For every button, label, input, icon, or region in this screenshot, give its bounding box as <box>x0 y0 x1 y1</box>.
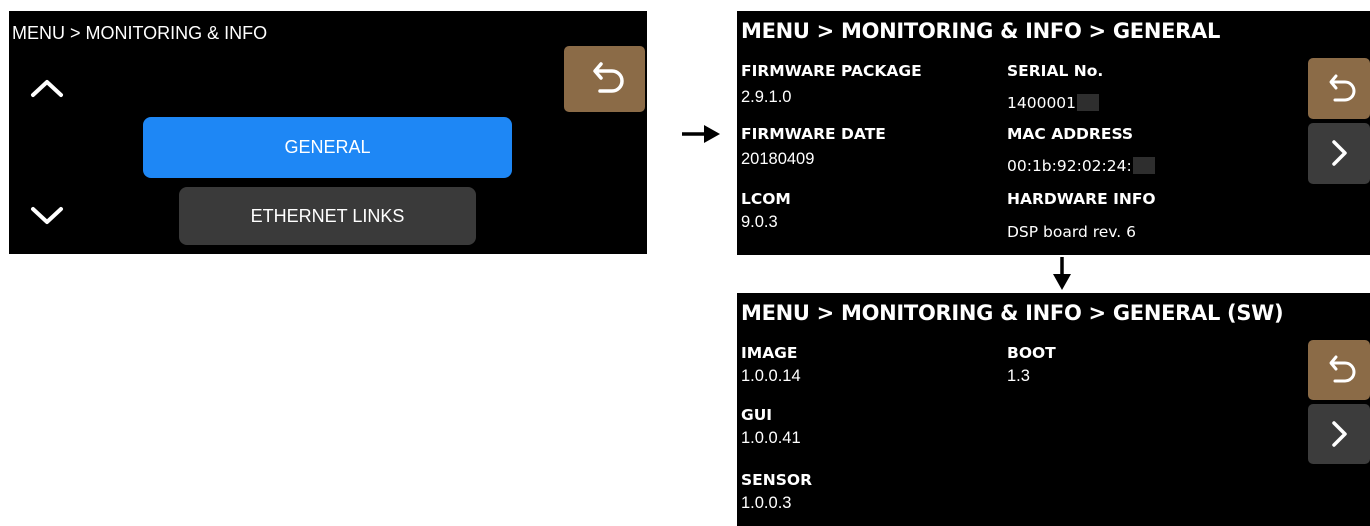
chevron-down-icon[interactable] <box>27 201 67 231</box>
back-button[interactable] <box>564 46 645 112</box>
undo-arrow-icon <box>1329 74 1356 102</box>
breadcrumb: MENU > MONITORING & INFO <box>12 23 268 43</box>
boot-value: 1.3 <box>1007 367 1030 385</box>
hardware-info-value: DSP board rev. 6 <box>1007 223 1136 241</box>
arrow-right-icon <box>680 122 722 151</box>
gui-label: GUI <box>741 406 773 424</box>
lcom-value: 9.0.3 <box>741 213 778 231</box>
lcom-label: LCOM <box>741 190 791 208</box>
serial-label: SERIAL No. <box>1007 62 1104 80</box>
undo-arrow-icon <box>593 62 624 93</box>
next-button[interactable] <box>1308 404 1370 464</box>
firmware-package-value: 2.9.1.0 <box>741 88 792 106</box>
ethernet-links-button[interactable]: ETHERNET LINKS <box>179 187 476 245</box>
general-info-screen: MENU > MONITORING & INFO > GENERAL FIRMW… <box>737 11 1370 255</box>
serial-value: 1400001 <box>1007 94 1100 112</box>
back-button[interactable] <box>1308 58 1370 119</box>
gui-value: 1.0.0.41 <box>741 429 801 447</box>
firmware-date-label: FIRMWARE DATE <box>741 125 886 143</box>
firmware-date-value: 20180409 <box>741 150 815 168</box>
firmware-package-label: FIRMWARE PACKAGE <box>741 62 922 80</box>
breadcrumb: MENU > MONITORING & INFO > GENERAL (SW) <box>741 301 1284 325</box>
image-value: 1.0.0.14 <box>741 367 801 385</box>
arrow-down-icon <box>1050 255 1074 296</box>
hardware-info-label: HARDWARE INFO <box>1007 190 1156 208</box>
chevron-up-icon[interactable] <box>27 73 67 103</box>
sensor-value: 1.0.0.3 <box>741 494 792 512</box>
boot-label: BOOT <box>1007 344 1056 362</box>
mac-address-label: MAC ADDRESS <box>1007 125 1134 143</box>
back-button[interactable] <box>1308 340 1370 400</box>
chevron-right-icon <box>1332 140 1347 166</box>
undo-arrow-icon <box>1329 355 1356 383</box>
next-button[interactable] <box>1308 123 1370 184</box>
sensor-label: SENSOR <box>741 471 812 489</box>
mac-address-value: 00:1b:92:02:24: <box>1007 157 1155 175</box>
general-sw-screen: MENU > MONITORING & INFO > GENERAL (SW) … <box>737 293 1370 526</box>
menu-monitoring-screen: MENU > MONITORING & INFO GENERAL ETHERNE… <box>9 11 647 254</box>
image-label: IMAGE <box>741 344 798 362</box>
general-button[interactable]: GENERAL <box>143 117 512 178</box>
chevron-right-icon <box>1332 421 1347 447</box>
breadcrumb: MENU > MONITORING & INFO > GENERAL <box>741 19 1221 43</box>
